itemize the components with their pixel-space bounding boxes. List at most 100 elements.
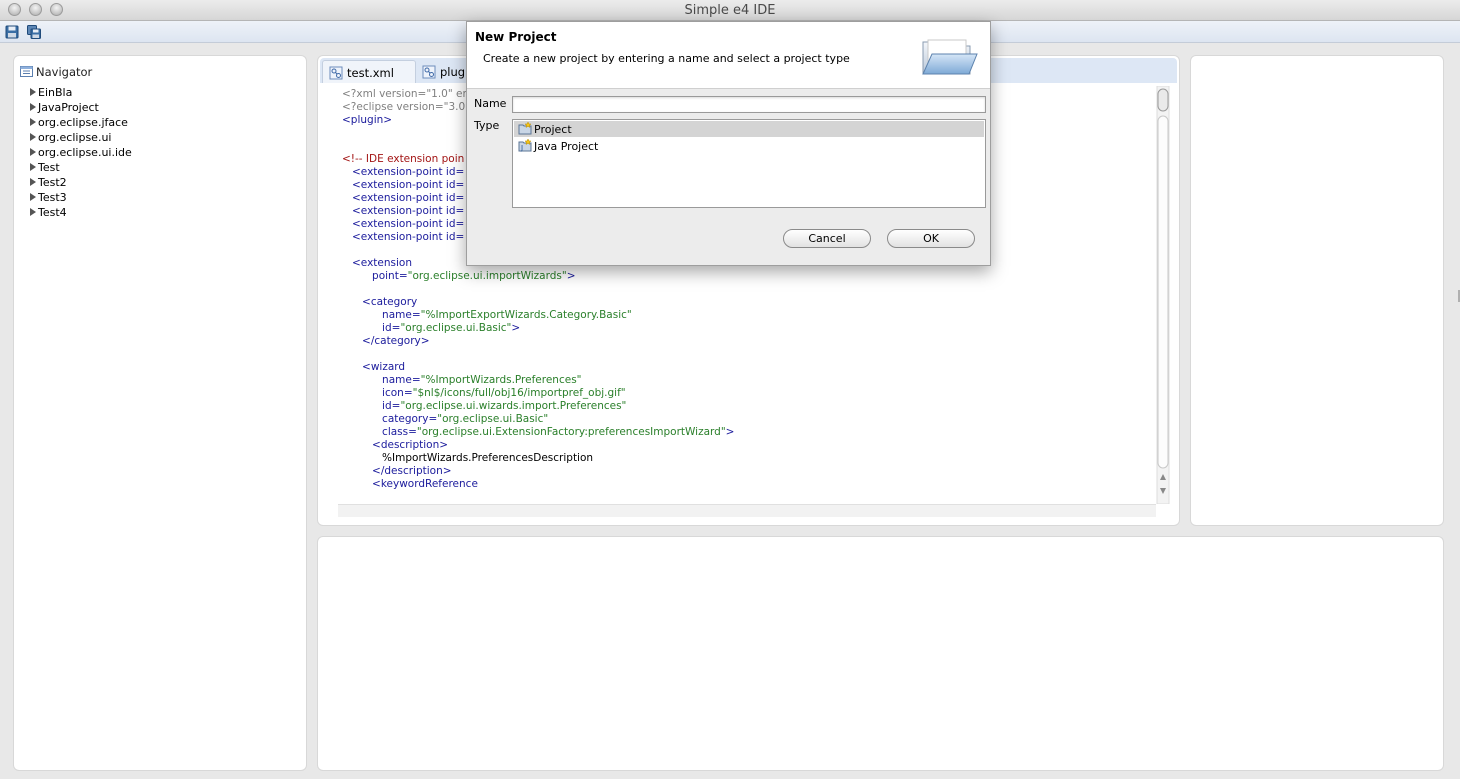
bottom-panel	[317, 536, 1444, 771]
code-line: <description>	[342, 439, 448, 452]
code-token: "org.eclipse.ui.ExtensionFactory:prefere…	[416, 426, 726, 438]
code-token: "org.eclipse.ui.Basic"	[400, 322, 512, 334]
window-resize-grip-icon[interactable]	[1456, 290, 1460, 302]
code-line: category="org.eclipse.ui.Basic"	[342, 413, 548, 426]
code-token: icon=	[342, 387, 413, 399]
navigator-title: Navigator	[36, 65, 93, 79]
code-token: "$nl$/icons/full/obj16/importpref_obj.gi…	[412, 387, 626, 399]
tree-item-test4[interactable]: Test4	[30, 206, 67, 219]
code-token: </category>	[342, 335, 430, 347]
code-token: <extension	[342, 257, 412, 269]
list-item-label: Java Project	[534, 140, 599, 153]
code-token: name=	[342, 374, 421, 386]
expand-arrow-icon[interactable]	[30, 148, 36, 156]
dialog-message: Create a new project by entering a name …	[483, 52, 850, 65]
tree-item-test3[interactable]: Test3	[30, 191, 67, 204]
code-token: <category	[342, 296, 418, 308]
code-token: %ImportWizards.PreferencesDescription	[342, 452, 594, 464]
new-project-dialog: New Project Create a new project by ente…	[466, 21, 991, 266]
open-folder-icon	[922, 39, 978, 75]
tree-item-test[interactable]: Test	[30, 161, 60, 174]
code-line: <wizard	[342, 361, 405, 374]
navigator-view-icon	[20, 66, 33, 77]
code-token: <!-- IDE extension poin	[342, 153, 465, 165]
tree-item-test2[interactable]: Test2	[30, 176, 67, 189]
java-project-icon: J	[518, 139, 532, 152]
svg-text:J: J	[520, 144, 523, 152]
expand-arrow-icon[interactable]	[30, 193, 36, 201]
code-line: <extension-point id=	[342, 218, 464, 231]
expand-arrow-icon[interactable]	[30, 163, 36, 171]
code-token: </description>	[342, 465, 452, 477]
list-item-project[interactable]: Project	[514, 121, 984, 137]
expand-arrow-icon[interactable]	[30, 178, 36, 186]
list-item-java-project[interactable]: J Java Project	[514, 138, 984, 154]
code-token: <extension-point id=	[342, 166, 465, 178]
code-token: >	[511, 322, 521, 334]
code-token: "%ImportWizards.Preferences"	[420, 374, 582, 386]
code-line: </description>	[342, 465, 452, 478]
code-token: "org.eclipse.ui.importWizards"	[407, 270, 567, 282]
project-icon	[518, 122, 532, 135]
code-line: id="org.eclipse.ui.Basic">	[342, 322, 520, 335]
code-line: <extension-point id=	[342, 205, 464, 218]
code-line: name="%ImportWizards.Preferences"	[342, 374, 582, 387]
code-line: <?eclipse version="3.0"	[342, 101, 470, 114]
code-token: >	[566, 270, 576, 282]
type-label: Type	[474, 119, 500, 132]
window-title: Simple e4 IDE	[684, 3, 776, 18]
window-titlebar: Simple e4 IDE	[0, 0, 1460, 21]
code-line: <keywordReference	[342, 478, 478, 491]
tab-label: test.xml	[347, 66, 394, 80]
code-line: <extension	[342, 257, 412, 270]
code-token: <wizard	[342, 361, 406, 373]
code-token: >	[725, 426, 735, 438]
code-token: <?xml version="1.0" en	[342, 88, 470, 100]
name-label: Name	[474, 97, 507, 110]
xml-file-icon	[329, 66, 343, 80]
code-token: <extension-point id=	[342, 218, 465, 230]
code-line: class="org.eclipse.ui.ExtensionFactory:p…	[342, 426, 734, 439]
code-token: point=	[342, 270, 408, 282]
code-line: <plugin>	[342, 114, 392, 127]
code-line: id="org.eclipse.ui.wizards.import.Prefer…	[342, 400, 626, 413]
code-line: %ImportWizards.PreferencesDescription	[342, 452, 593, 465]
dialog-title: New Project	[475, 30, 557, 44]
tree-item-org-eclipse-ui-ide[interactable]: org.eclipse.ui.ide	[30, 146, 132, 159]
project-name-input[interactable]	[512, 96, 986, 113]
cancel-button[interactable]: Cancel	[783, 229, 871, 248]
editor-horizontal-scrollbar[interactable]	[338, 504, 1156, 517]
code-token: <extension-point id=	[342, 231, 465, 243]
code-token: category=	[342, 413, 438, 425]
expand-arrow-icon[interactable]	[30, 103, 36, 111]
code-token: name=	[342, 309, 421, 321]
code-token: <?eclipse version="3.0"	[342, 101, 470, 113]
code-token: <extension-point id=	[342, 205, 465, 217]
expand-arrow-icon[interactable]	[30, 118, 36, 126]
expand-arrow-icon[interactable]	[30, 133, 36, 141]
code-line: <category	[342, 296, 417, 309]
project-type-list[interactable]: Project J Java Project	[512, 119, 986, 208]
editor-vertical-scrollbar[interactable]	[1156, 86, 1170, 504]
save-icon[interactable]	[5, 25, 19, 39]
tab-test-xml[interactable]: test.xml	[322, 60, 416, 83]
tree-item-javaproject[interactable]: JavaProject	[30, 101, 99, 114]
code-token: <keywordReference	[342, 478, 478, 490]
code-token: <description>	[342, 439, 449, 451]
tree-item-org-eclipse-jface[interactable]: org.eclipse.jface	[30, 116, 128, 129]
save-all-icon[interactable]	[27, 25, 41, 39]
ok-button[interactable]: OK	[887, 229, 975, 248]
code-token: <extension-point id=	[342, 179, 465, 191]
expand-arrow-icon[interactable]	[30, 88, 36, 96]
code-token: "%ImportExportWizards.Category.Basic"	[420, 309, 632, 321]
expand-arrow-icon[interactable]	[30, 208, 36, 216]
tree-item-einbla[interactable]: EinBla	[30, 86, 72, 99]
code-line: name="%ImportExportWizards.Category.Basi…	[342, 309, 632, 322]
code-token: class=	[342, 426, 417, 438]
outline-panel	[1190, 55, 1444, 526]
code-token: "org.eclipse.ui.wizards.import.Preferenc…	[400, 400, 627, 412]
code-line: </category>	[342, 335, 430, 348]
dialog-header: New Project Create a new project by ente…	[467, 22, 990, 89]
code-token: id=	[342, 322, 401, 334]
tree-item-org-eclipse-ui[interactable]: org.eclipse.ui	[30, 131, 111, 144]
